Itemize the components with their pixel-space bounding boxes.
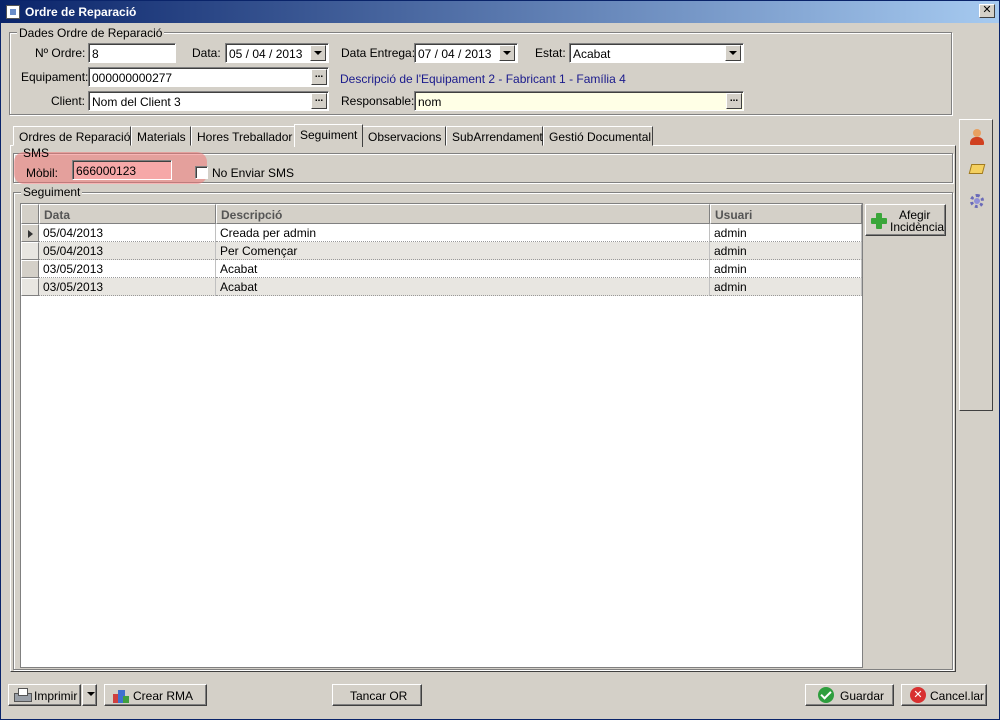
print-options-button[interactable] — [82, 684, 97, 706]
equipment-browse-button[interactable]: ... — [311, 69, 327, 85]
table-row[interactable]: 03/05/2013 Acabat admin — [21, 278, 862, 296]
state-value: Acabat — [573, 47, 611, 61]
order-data-legend: Dades Ordre de Reparació — [17, 26, 165, 40]
date-label: Data: — [192, 46, 221, 60]
table-row[interactable]: 05/04/2013 Per Començar admin — [21, 242, 862, 260]
date-dropdown-button[interactable] — [310, 45, 326, 61]
cell-date[interactable]: 05/04/2013 — [39, 224, 216, 242]
order-no-label: Nº Ordre: — [35, 46, 86, 60]
add-incident-label-line2: Incidència — [890, 220, 945, 234]
equipment-label: Equipament: — [21, 70, 89, 84]
row-selector[interactable] — [21, 278, 39, 296]
create-rma-label: Crear RMA — [133, 689, 194, 703]
tab-gestio-documental[interactable]: Gestió Documental — [543, 126, 653, 146]
chevron-down-icon — [87, 692, 95, 696]
tab-subarrendament[interactable]: SubArrendament — [446, 126, 543, 146]
equipment-field[interactable]: 000000000277 — [88, 67, 329, 87]
column-header-descripcio[interactable]: Descripció — [216, 204, 710, 224]
tab-seguiment[interactable]: Seguiment — [294, 124, 363, 147]
close-order-button[interactable]: Tancar OR — [332, 684, 422, 706]
add-icon — [871, 213, 887, 229]
cell-user[interactable]: admin — [710, 278, 862, 296]
cell-date[interactable]: 03/05/2013 — [39, 278, 216, 296]
cell-description[interactable]: Acabat — [216, 260, 710, 278]
equipment-description: Descripció de l'Equipament 2 - Fabricant… — [340, 72, 626, 86]
tracking-grid: Data Descripció Usuari 05/04/2013 Creada… — [20, 203, 863, 668]
title-bar[interactable]: Ordre de Reparació ✕ — [1, 1, 999, 23]
date-value: 05 / 04 / 2013 — [229, 47, 303, 61]
tab-observacions[interactable]: Observacions — [362, 126, 446, 146]
mobile-label: Mòbil: — [26, 166, 59, 180]
responsible-label: Responsable: — [341, 94, 415, 108]
save-label: Guardar — [840, 689, 885, 703]
cell-date[interactable]: 03/05/2013 — [39, 260, 216, 278]
current-row-indicator-icon — [28, 230, 33, 238]
create-rma-button[interactable]: Crear RMA — [104, 684, 207, 706]
save-button[interactable]: Guardar — [805, 684, 894, 706]
delivery-date-label: Data Entrega: — [341, 46, 416, 60]
column-header-usuari[interactable]: Usuari — [710, 204, 862, 224]
close-order-label: Tancar OR — [350, 689, 408, 703]
client-browse-button[interactable]: ... — [311, 93, 327, 109]
state-label: Estat: — [535, 46, 566, 60]
cancel-button[interactable]: ✕ Cancel.lar — [901, 684, 987, 706]
repair-order-window: Ordre de Reparació ✕ Dades Ordre de Repa… — [0, 0, 1000, 720]
grid-header: Data Descripció Usuari — [21, 204, 862, 224]
no-sms-label: No Enviar SMS — [212, 166, 295, 180]
responsible-field[interactable]: nom — [414, 91, 744, 111]
cell-description[interactable]: Per Començar — [216, 242, 710, 260]
side-toolbar — [959, 119, 993, 411]
column-header-data[interactable]: Data — [39, 204, 216, 224]
tracking-legend: Seguiment — [21, 185, 83, 199]
cell-description[interactable]: Acabat — [216, 278, 710, 296]
app-icon — [6, 5, 20, 19]
tab-ordres-de-reparacio[interactable]: Ordres de Reparació — [13, 126, 131, 146]
grid-corner — [21, 204, 39, 224]
sms-legend: SMS — [23, 146, 50, 160]
tab-materials[interactable]: Materials — [131, 126, 191, 146]
rma-icon — [113, 688, 129, 704]
cell-date[interactable]: 05/04/2013 — [39, 242, 216, 260]
responsible-browse-button[interactable]: ... — [726, 93, 742, 109]
cell-description[interactable]: Creada per admin — [216, 224, 710, 242]
row-selector[interactable] — [21, 260, 39, 278]
order-no-field[interactable]: 8 — [88, 43, 176, 63]
close-button[interactable]: ✕ — [979, 4, 995, 18]
delivery-date-value: 07 / 04 / 2013 — [418, 47, 492, 61]
state-select[interactable]: Acabat — [569, 43, 744, 63]
cancel-icon: ✕ — [910, 687, 926, 703]
mobile-field[interactable]: 666000123 — [72, 160, 172, 180]
client-label: Client: — [51, 94, 86, 108]
cell-user[interactable]: admin — [710, 260, 862, 278]
client-field[interactable]: Nom del Client 3 — [88, 91, 329, 111]
state-dropdown-button[interactable] — [725, 45, 741, 61]
tab-hores-treballador[interactable]: Hores Treballador — [191, 126, 295, 146]
window-title: Ordre de Reparació — [25, 5, 137, 19]
cancel-label: Cancel.lar — [930, 689, 985, 703]
row-selector[interactable] — [21, 242, 39, 260]
printer-icon — [14, 688, 32, 702]
table-row[interactable]: 05/04/2013 Creada per admin admin — [21, 224, 862, 242]
table-row[interactable]: 03/05/2013 Acabat admin — [21, 260, 862, 278]
add-incident-button[interactable]: Afegir Incidència — [865, 204, 946, 236]
cell-user[interactable]: admin — [710, 242, 862, 260]
row-selector[interactable] — [21, 224, 39, 242]
print-label: Imprimir — [34, 689, 78, 703]
no-sms-checkbox[interactable] — [195, 166, 208, 179]
cell-user[interactable]: admin — [710, 224, 862, 242]
delivery-date-dropdown-button[interactable] — [499, 45, 515, 61]
print-button[interactable]: Imprimir — [8, 684, 81, 706]
check-icon — [818, 687, 834, 703]
